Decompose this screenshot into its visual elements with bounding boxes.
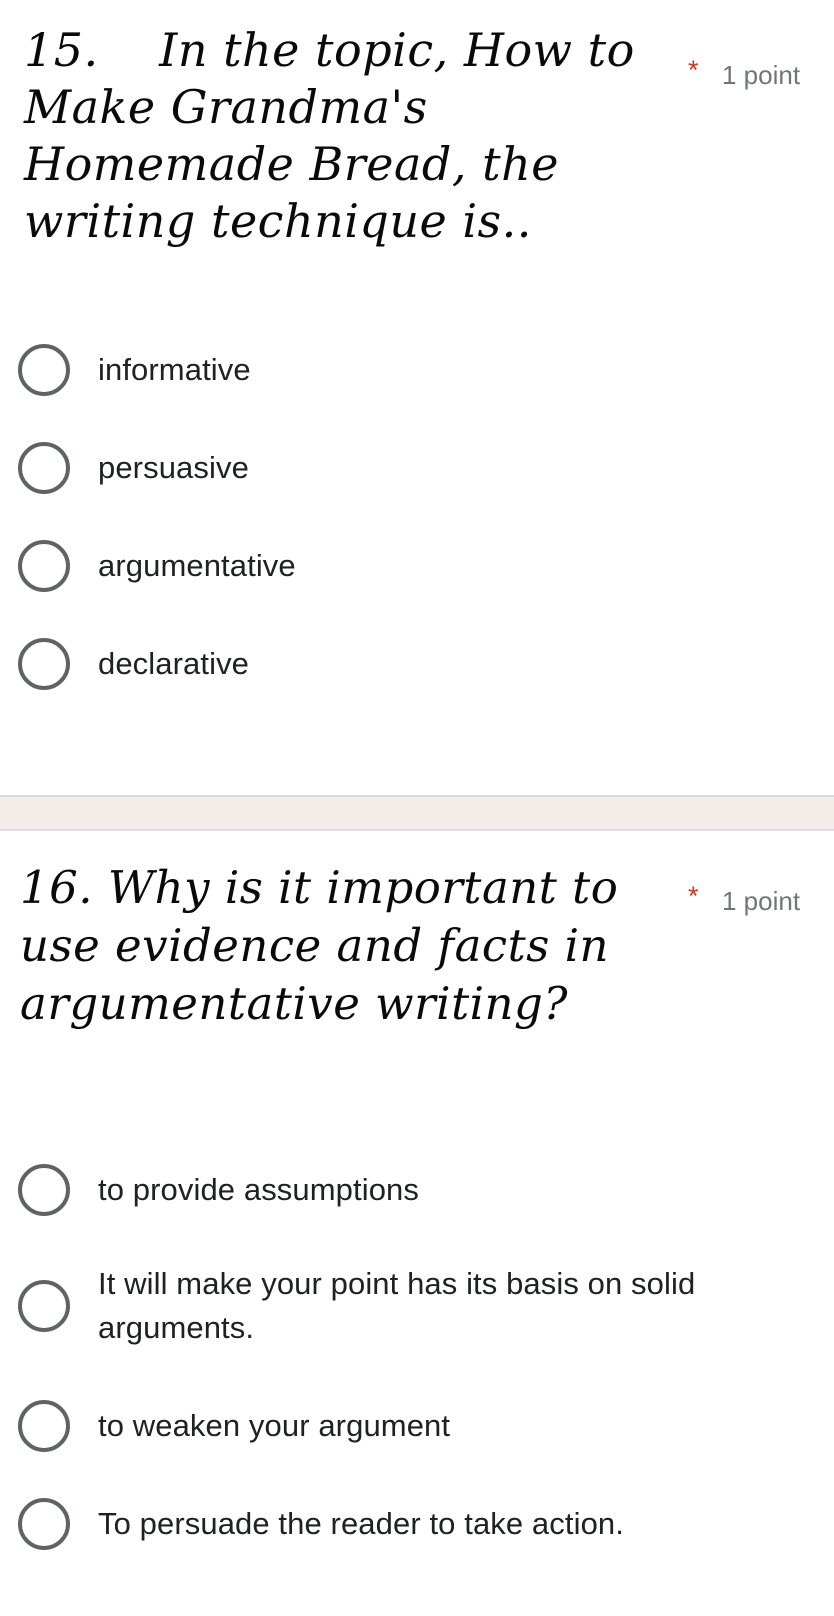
option-row-weaken-argument[interactable]: to weaken your argument — [0, 1400, 834, 1452]
radio-button-argumentative[interactable] — [18, 540, 70, 592]
option-row-argumentative[interactable]: argumentative — [0, 540, 834, 592]
option-row-informative[interactable]: informative — [0, 344, 834, 396]
question-16-title: 16. Why is it important to use evidence … — [20, 861, 634, 1030]
radio-button-weaken-argument[interactable] — [18, 1400, 70, 1452]
option-row-persuasive[interactable]: persuasive — [0, 442, 834, 494]
option-row-provide-assumptions[interactable]: to provide assumptions — [0, 1164, 834, 1216]
question-16-points-label: 1 point — [722, 886, 801, 916]
form-page: 15. In the topic, How to Make Grandma's … — [0, 0, 834, 1616]
option-row-solid-arguments[interactable]: It will make your point has its basis on… — [0, 1262, 834, 1350]
option-label-persuasive: persuasive — [98, 450, 249, 485]
option-label-persuade-reader: To persuade the reader to take action. — [98, 1506, 624, 1541]
option-row-persuade-reader[interactable]: To persuade the reader to take action. — [0, 1498, 834, 1550]
question-card-15: 15. In the topic, How to Make Grandma's … — [0, 0, 834, 795]
option-label-declarative: declarative — [98, 646, 250, 681]
section-separator — [0, 795, 834, 831]
option-label-weaken-argument: to weaken your argument — [98, 1408, 451, 1443]
option-label-solid-arguments: It will make your point has its basis on… — [98, 1266, 696, 1345]
option-row-declarative[interactable]: declarative — [0, 638, 834, 690]
radio-button-solid-arguments[interactable] — [18, 1280, 70, 1332]
required-asterisk-icon: * — [688, 55, 699, 85]
required-asterisk-icon: * — [688, 881, 699, 911]
radio-button-informative[interactable] — [18, 344, 70, 396]
radio-button-persuade-reader[interactable] — [18, 1498, 70, 1550]
option-label-informative: informative — [98, 352, 251, 387]
question-15-title: 15. In the topic, How to Make Grandma's … — [24, 23, 650, 248]
radio-button-provide-assumptions[interactable] — [18, 1164, 70, 1216]
radio-button-declarative[interactable] — [18, 638, 70, 690]
question-card-16: 16. Why is it important to use evidence … — [0, 831, 834, 1616]
option-label-argumentative: argumentative — [98, 548, 296, 583]
option-label-provide-assumptions: to provide assumptions — [98, 1172, 419, 1207]
radio-button-persuasive[interactable] — [18, 442, 70, 494]
question-15-points-label: 1 point — [722, 60, 801, 90]
